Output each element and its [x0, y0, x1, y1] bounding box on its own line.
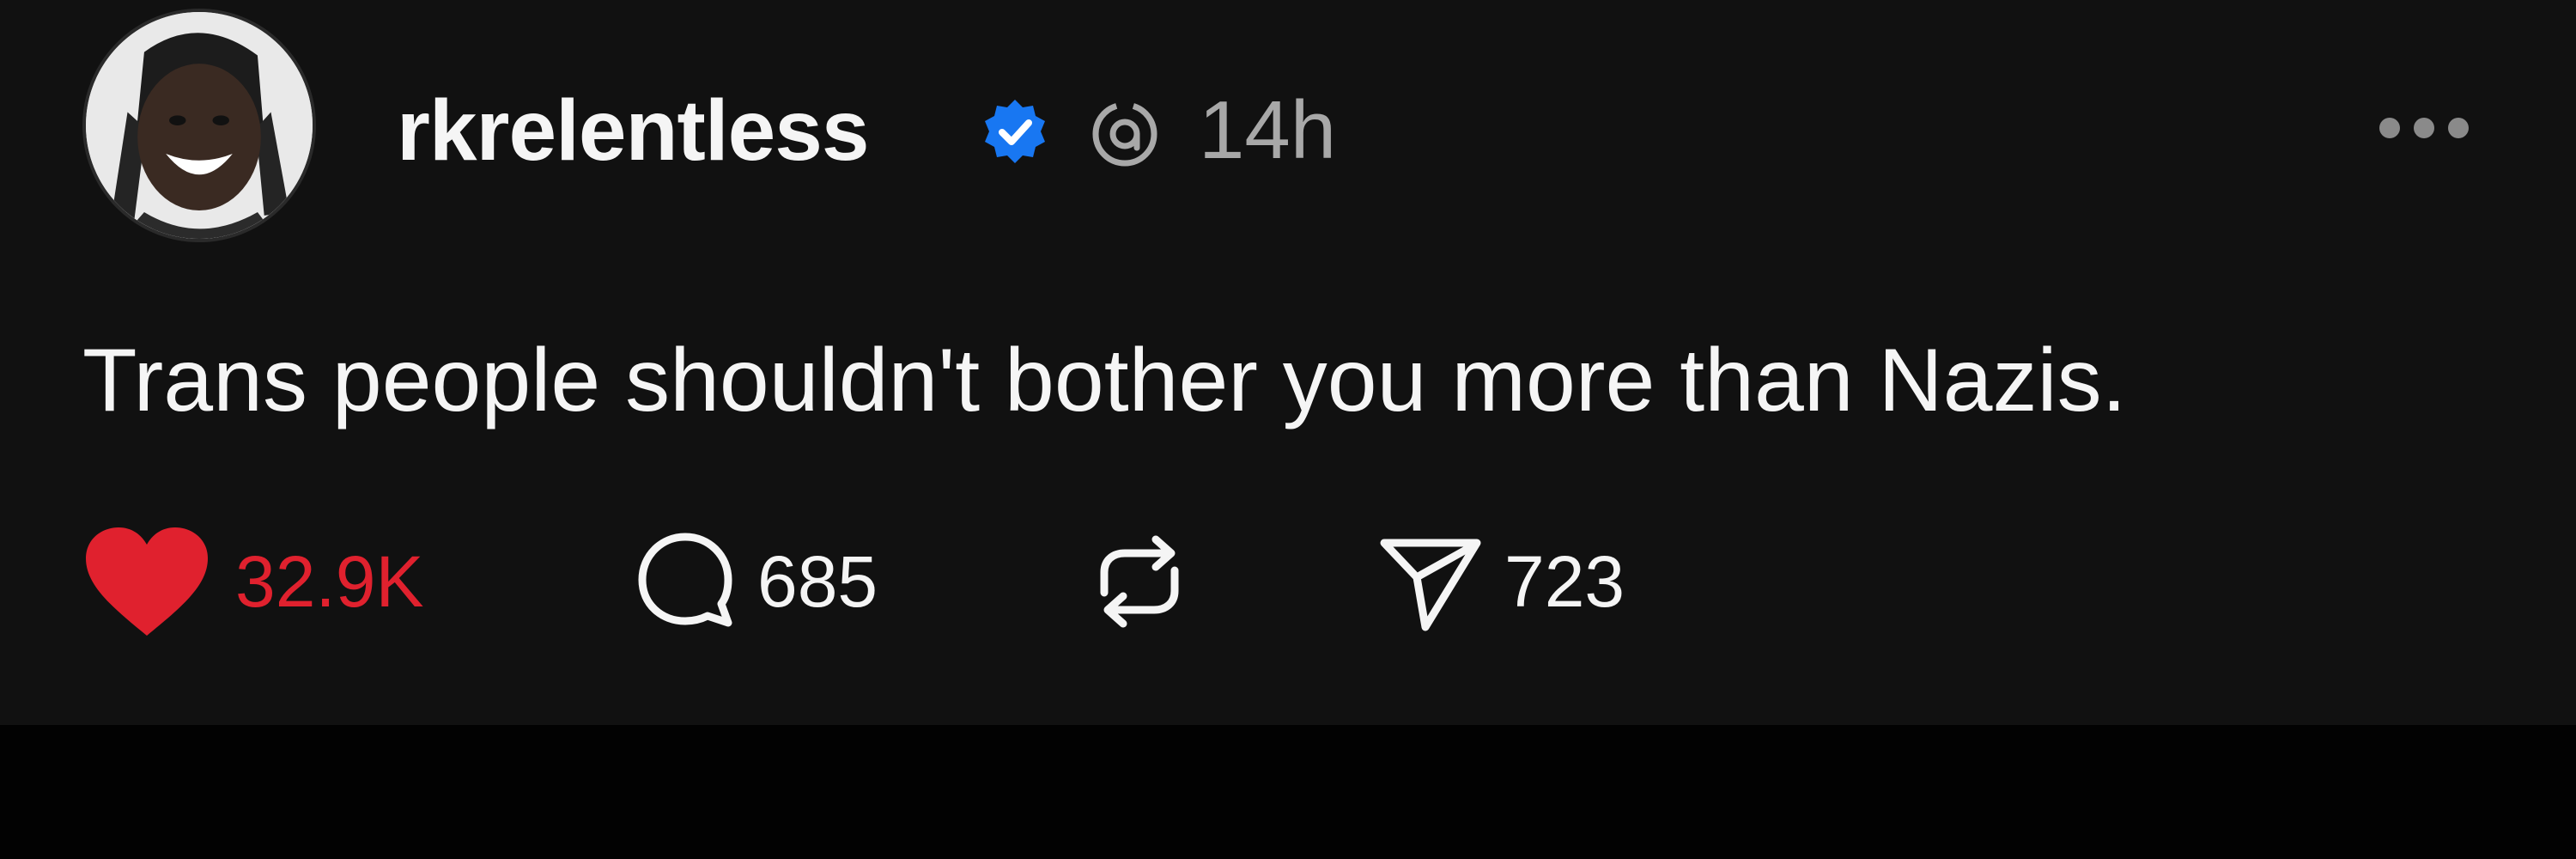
bottom-strip: [0, 725, 2576, 859]
threads-logo-icon: [1089, 98, 1161, 170]
post-text: Trans people shouldn't bother you more t…: [82, 331, 2127, 430]
like-count: 32.9K: [235, 541, 424, 622]
repost-button[interactable]: [1084, 526, 1195, 637]
share-button[interactable]: 723: [1374, 526, 1625, 637]
verified-badge-icon: [979, 96, 1051, 168]
share-count: 723: [1504, 541, 1625, 622]
like-button[interactable]: 32.9K: [82, 526, 424, 637]
send-icon: [1380, 539, 1481, 631]
username[interactable]: rkrelentless: [397, 79, 869, 182]
heart-icon: [86, 527, 208, 636]
more-options-icon[interactable]: [2377, 115, 2471, 141]
comment-button[interactable]: 685: [632, 526, 878, 637]
post-card: rkrelentless 14h Trans people shouldn't …: [0, 0, 2576, 725]
avatar-image: [86, 12, 313, 239]
avatar[interactable]: [82, 9, 316, 242]
post-time: 14h: [1199, 84, 1337, 176]
repost-icon: [1100, 535, 1179, 628]
comment-bubble-icon: [638, 533, 732, 627]
comment-count: 685: [757, 541, 878, 622]
